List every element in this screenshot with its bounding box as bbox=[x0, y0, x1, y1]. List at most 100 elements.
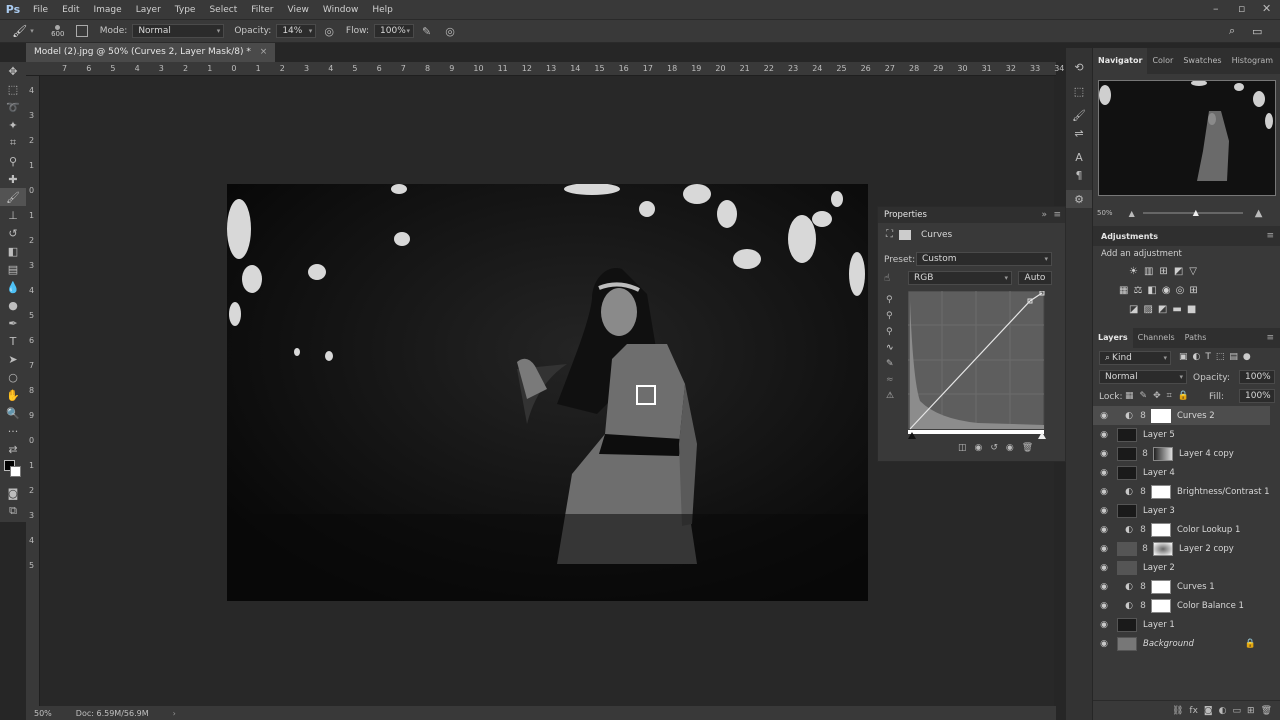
move-tool-icon[interactable]: ✥ bbox=[0, 62, 26, 80]
visibility-icon[interactable]: ◉ bbox=[1006, 443, 1014, 453]
layer-mask-thumbnail[interactable] bbox=[1153, 446, 1173, 461]
tab-layers[interactable]: Layers bbox=[1093, 328, 1133, 348]
document-tab[interactable]: Model (2).jpg @ 50% (Curves 2, Layer Mas… bbox=[26, 43, 276, 62]
layer-thumbnail[interactable] bbox=[1117, 541, 1137, 556]
eye-icon[interactable]: ◉ bbox=[1093, 563, 1115, 573]
paragraph-icon[interactable]: ¶ bbox=[1066, 166, 1092, 184]
levels-icon[interactable]: ▥ bbox=[1144, 266, 1153, 277]
opacity-field[interactable]: 14% ▾ bbox=[276, 24, 317, 38]
pen-tool-icon[interactable]: ✒ bbox=[0, 314, 26, 332]
menu-window[interactable]: Window bbox=[316, 5, 366, 15]
layer-row-layer-5[interactable]: ◉ Layer 5 bbox=[1093, 425, 1270, 444]
document-image[interactable] bbox=[227, 184, 868, 601]
blend-mode-select[interactable]: Normal ▾ bbox=[1099, 370, 1187, 384]
invert-icon[interactable]: ◪ bbox=[1129, 304, 1138, 315]
navigator-preview[interactable] bbox=[1098, 80, 1276, 196]
reset-icon[interactable]: ↺ bbox=[990, 443, 998, 453]
new-adjustment-icon[interactable]: ◐ bbox=[1219, 706, 1227, 716]
target-adjust-icon[interactable]: ☝ bbox=[884, 273, 890, 284]
gradient-map-icon[interactable]: ▬ bbox=[1172, 304, 1181, 315]
eye-icon[interactable]: ◉ bbox=[1093, 620, 1115, 630]
fill-field[interactable]: 100% bbox=[1239, 389, 1275, 403]
layer-thumbnail[interactable] bbox=[1117, 560, 1137, 575]
photo-filter-icon[interactable]: ◉ bbox=[1162, 285, 1171, 296]
lasso-tool-icon[interactable]: ➰ bbox=[0, 98, 26, 116]
layer-mask-thumbnail[interactable] bbox=[1153, 541, 1173, 556]
adjustment-filter-icon[interactable]: ◐ bbox=[1193, 352, 1201, 362]
exposure-icon[interactable]: ◩ bbox=[1174, 266, 1183, 277]
menu-icon[interactable]: ≡ bbox=[1266, 333, 1274, 343]
filter-toggle-icon[interactable]: ● bbox=[1243, 352, 1251, 362]
gradient-tool-icon[interactable]: ▤ bbox=[0, 260, 26, 278]
eye-icon[interactable]: ◉ bbox=[1093, 487, 1115, 497]
menu-view[interactable]: View bbox=[281, 5, 316, 15]
layer-row-color-balance-1[interactable]: ◉ ◐ 8 Color Balance 1 bbox=[1093, 596, 1270, 615]
tool-presets-icon[interactable]: ⇌ bbox=[1066, 124, 1092, 142]
menu-filter[interactable]: Filter bbox=[244, 5, 280, 15]
lock-pixels-icon[interactable]: ✎ bbox=[1140, 391, 1148, 401]
eye-icon[interactable]: ◉ bbox=[1093, 430, 1115, 440]
link-layers-icon[interactable]: ⛓ bbox=[1172, 706, 1183, 716]
eye-icon[interactable]: ◉ bbox=[1093, 449, 1115, 459]
pixel-filter-icon[interactable]: ▣ bbox=[1179, 352, 1188, 362]
layer-row-curves-1[interactable]: ◉ ◐ 8 Curves 1 bbox=[1093, 577, 1270, 596]
menu-icon[interactable]: ≡ bbox=[1053, 210, 1061, 220]
hue-saturation-icon[interactable]: ▦ bbox=[1119, 285, 1128, 296]
background-color[interactable] bbox=[10, 466, 21, 477]
menu-file[interactable]: File bbox=[26, 5, 55, 15]
eraser-tool-icon[interactable]: ◧ bbox=[0, 242, 26, 260]
type-tool-icon[interactable]: T bbox=[0, 332, 26, 350]
history-icon[interactable]: ⟲ bbox=[1066, 58, 1092, 76]
layer-row-layer-4[interactable]: ◉ Layer 4 bbox=[1093, 463, 1270, 482]
layer-row-layer-2[interactable]: ◉ Layer 2 bbox=[1093, 558, 1270, 577]
layer-row-brightness-contrast-1[interactable]: ◉ ◐ 8 Brightness/Contrast 1 bbox=[1093, 482, 1270, 501]
zoom-out-icon[interactable]: ▲ bbox=[1129, 209, 1135, 218]
dodge-tool-icon[interactable]: ● bbox=[0, 296, 26, 314]
selective-color-icon[interactable]: ■ bbox=[1187, 304, 1196, 315]
slider-thumb[interactable]: ▲ bbox=[1193, 208, 1199, 217]
lock-all-icon[interactable]: 🔒 bbox=[1178, 391, 1189, 401]
mode-select[interactable]: Normal ▾ bbox=[132, 24, 225, 38]
brush-presets-icon[interactable]: 🖌 bbox=[1066, 106, 1092, 124]
tab-swatches[interactable]: Swatches bbox=[1178, 48, 1226, 74]
menu-help[interactable]: Help bbox=[365, 5, 400, 15]
menu-image[interactable]: Image bbox=[87, 5, 129, 15]
layer-mask-thumbnail[interactable] bbox=[1151, 484, 1171, 499]
view-previous-icon[interactable]: ◉ bbox=[975, 443, 983, 453]
black-white-icon[interactable]: ◧ bbox=[1147, 285, 1156, 296]
link-icon[interactable]: 8 bbox=[1139, 449, 1151, 459]
eyedropper-tool-icon[interactable]: ⚲ bbox=[0, 152, 26, 170]
channel-select[interactable]: RGB ▾ bbox=[908, 271, 1012, 285]
white-point-eyedropper-icon[interactable]: ⚲ bbox=[886, 327, 900, 337]
properties-dock-icon[interactable]: ⚙ bbox=[1066, 190, 1092, 208]
airbrush-icon[interactable]: ✎ bbox=[422, 25, 431, 38]
eye-icon[interactable]: ◉ bbox=[1093, 468, 1115, 478]
menu-edit[interactable]: Edit bbox=[55, 5, 86, 15]
eye-icon[interactable]: ◉ bbox=[1093, 506, 1115, 516]
smooth-curve-icon[interactable]: ≈ bbox=[886, 375, 900, 385]
type-filter-icon[interactable]: T bbox=[1205, 352, 1211, 362]
brightness-contrast-icon[interactable]: ☀ bbox=[1129, 266, 1138, 277]
vibrance-icon[interactable]: ▽ bbox=[1189, 266, 1197, 277]
posterize-icon[interactable]: ▨ bbox=[1143, 304, 1152, 315]
quick-select-tool-icon[interactable]: ✦ bbox=[0, 116, 26, 134]
auto-button[interactable]: Auto bbox=[1018, 271, 1052, 285]
layer-row-layer-1[interactable]: ◉ Layer 1 bbox=[1093, 615, 1270, 634]
layer-filter-select[interactable]: ⌕ Kind ▾ bbox=[1099, 351, 1171, 365]
eye-icon[interactable]: ◉ bbox=[1093, 525, 1115, 535]
lock-artboard-icon[interactable]: ⌗ bbox=[1167, 391, 1172, 401]
layer-thumbnail[interactable] bbox=[1117, 465, 1137, 480]
minimize-icon[interactable]: – bbox=[1213, 2, 1219, 15]
layer-mask-thumbnail[interactable] bbox=[1151, 408, 1171, 423]
screen-mode-icon[interactable]: ⧉ bbox=[0, 502, 26, 520]
layer-thumbnail[interactable] bbox=[1117, 446, 1137, 461]
add-mask-icon[interactable]: ◙ bbox=[1204, 706, 1213, 716]
layer-thumbnail[interactable] bbox=[1117, 503, 1137, 518]
navigator-zoom-slider[interactable]: ▲ bbox=[1142, 208, 1243, 217]
layer-mask-thumbnail[interactable] bbox=[1151, 579, 1171, 594]
workspace-icon[interactable]: ▭ bbox=[1252, 25, 1262, 38]
clone-stamp-tool-icon[interactable]: ⊥ bbox=[0, 206, 26, 224]
search-icon[interactable]: ⌕ bbox=[1229, 24, 1235, 38]
blur-tool-icon[interactable]: 💧 bbox=[0, 278, 26, 296]
layer-row-background[interactable]: ◉ Background 🔒 bbox=[1093, 634, 1270, 653]
